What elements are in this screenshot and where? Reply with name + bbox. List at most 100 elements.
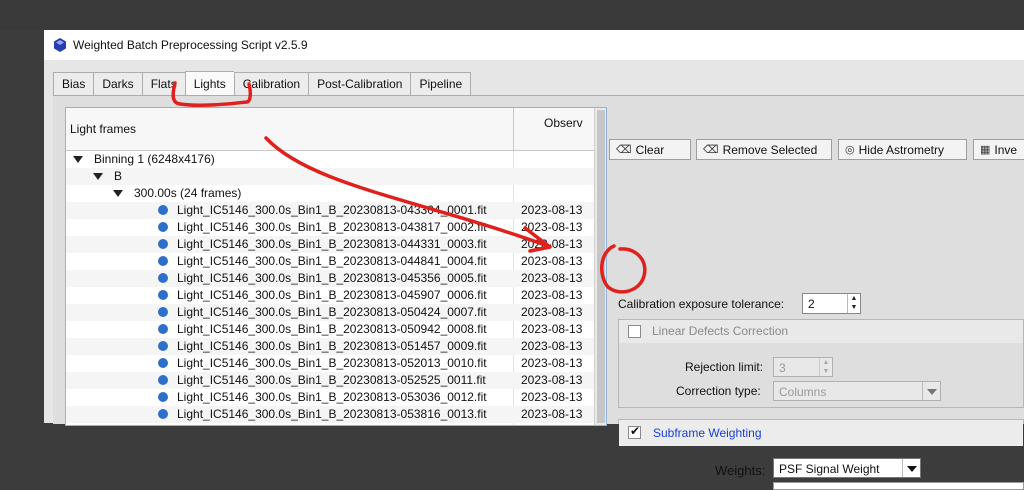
frame-status-dot-icon xyxy=(158,256,168,266)
tree-header: Light frames Observ xyxy=(66,108,594,151)
remove-icon: ⌫ xyxy=(703,144,719,156)
spin-arrows-icon[interactable]: ▲ ▼ xyxy=(819,358,832,376)
correction-type-label: Correction type: xyxy=(676,384,761,398)
column-header-observation[interactable]: Observ xyxy=(544,116,583,130)
file-row[interactable]: Light_IC5146_300.0s_Bin1_B_20230813-0504… xyxy=(66,304,594,321)
clear-icon: ⌫ xyxy=(616,144,632,156)
expand-triangle-icon[interactable] xyxy=(113,190,123,197)
file-name: Light_IC5146_300.0s_Bin1_B_20230813-0459… xyxy=(177,288,487,302)
file-row[interactable]: Light_IC5146_300.0s_Bin1_B_20230813-0530… xyxy=(66,389,594,406)
frame-status-dot-icon xyxy=(158,222,168,232)
file-name: Light_IC5146_300.0s_Bin1_B_20230813-0448… xyxy=(177,254,487,268)
tree-node-exposure[interactable]: 300.00s (24 frames) xyxy=(66,185,594,202)
window-title: Weighted Batch Preprocessing Script v2.5… xyxy=(73,38,308,52)
desktop-background xyxy=(0,0,1024,30)
correction-type-select[interactable]: Columns xyxy=(773,381,941,401)
file-name: Light_IC5146_300.0s_Bin1_B_20230813-0538… xyxy=(177,407,487,421)
file-row[interactable]: Light_IC5146_300.0s_Bin1_B_20230813-0538… xyxy=(66,406,594,423)
tab-darks[interactable]: Darks xyxy=(93,72,142,96)
frame-status-dot-icon xyxy=(158,324,168,334)
scrollbar-thumb[interactable] xyxy=(597,110,605,423)
remove-selected-label: Remove Selected xyxy=(722,142,818,157)
spin-arrows-icon[interactable]: ▲ ▼ xyxy=(847,294,860,313)
subframe-weighting-title: Subframe Weighting xyxy=(653,426,762,440)
frame-status-dot-icon xyxy=(158,205,168,215)
file-observation-date: 2023-08-13 xyxy=(521,322,583,336)
file-row[interactable]: Light_IC5146_300.0s_Bin1_B_20230813-0509… xyxy=(66,321,594,338)
file-row[interactable]: Light_IC5146_300.0s_Bin1_B_20230813-0433… xyxy=(66,202,594,219)
tab-calibration[interactable]: Calibration xyxy=(233,72,309,96)
tree-scrollbar[interactable] xyxy=(594,108,606,425)
file-row[interactable]: Light_IC5146_300.0s_Bin1_B_20230813-0438… xyxy=(66,219,594,236)
frame-status-dot-icon xyxy=(158,375,168,385)
linear-defects-title: Linear Defects Correction xyxy=(652,324,789,338)
clear-button[interactable]: ⌫ Clear xyxy=(609,139,691,160)
linear-defects-checkbox[interactable] xyxy=(628,325,641,338)
column-header-light-frames[interactable]: Light frames xyxy=(70,122,136,136)
clear-button-label: Clear xyxy=(635,142,665,157)
app-window: Weighted Batch Preprocessing Script v2.5… xyxy=(44,30,1024,490)
file-observation-date: 2023-08-13 xyxy=(521,237,583,251)
file-name: Light_IC5146_300.0s_Bin1_B_20230813-0530… xyxy=(177,390,487,404)
file-observation-date: 2023-08-13 xyxy=(521,373,583,387)
light-frames-tree[interactable]: Light frames Observ Binning 1 (6248x4176… xyxy=(65,107,607,426)
file-name: Light_IC5146_300.0s_Bin1_B_20230813-0504… xyxy=(177,305,487,319)
file-row[interactable]: Light_IC5146_300.0s_Bin1_B_20230813-0448… xyxy=(66,253,594,270)
invert-selection-label: Inve xyxy=(994,142,1018,157)
file-row[interactable]: Light_IC5146_300.0s_Bin1_B_20230813-0514… xyxy=(66,338,594,355)
file-row[interactable]: Light_IC5146_300.0s_Bin1_B_20230813-0525… xyxy=(66,372,594,389)
file-name: Light_IC5146_300.0s_Bin1_B_20230813-0433… xyxy=(177,203,487,217)
expand-triangle-icon[interactable] xyxy=(93,173,103,180)
binning-label: Binning 1 (6248x4176) xyxy=(94,152,215,166)
tree-node-filter[interactable]: B xyxy=(66,168,594,185)
file-observation-date: 2023-08-13 xyxy=(521,390,583,404)
rejection-limit-spinbox[interactable]: 3 ▲ ▼ xyxy=(773,357,833,377)
file-observation-date: 2023-08-13 xyxy=(521,271,583,285)
invert-icon: ▦ xyxy=(980,144,991,156)
file-name: Light_IC5146_300.0s_Bin1_B_20230813-0514… xyxy=(177,339,487,353)
rejection-limit-value: 3 xyxy=(779,361,786,375)
chevron-down-icon[interactable] xyxy=(902,459,920,477)
frame-status-dot-icon xyxy=(158,307,168,317)
frame-status-dot-icon xyxy=(158,409,168,419)
calibration-tolerance-spinbox[interactable]: 2 ▲ ▼ xyxy=(802,293,861,314)
frame-status-dot-icon xyxy=(158,358,168,368)
invert-selection-button[interactable]: ▦ Inve xyxy=(973,139,1024,160)
file-observation-date: 2023-08-13 xyxy=(521,356,583,370)
chevron-down-icon[interactable] xyxy=(922,382,940,400)
remove-selected-button[interactable]: ⌫ Remove Selected xyxy=(696,139,832,160)
file-observation-date: 2023-08-13 xyxy=(521,407,583,421)
file-name: Light_IC5146_300.0s_Bin1_B_20230813-0453… xyxy=(177,271,487,285)
calibration-tolerance-value: 2 xyxy=(808,297,815,311)
weights-select[interactable]: PSF Signal Weight xyxy=(773,458,921,478)
file-observation-date: 2023-08-13 xyxy=(521,339,583,353)
calibration-tolerance-label: Calibration exposure tolerance: xyxy=(618,297,785,311)
tree-node-binning[interactable]: Binning 1 (6248x4176) xyxy=(66,151,594,168)
tab-bias[interactable]: Bias xyxy=(53,72,94,96)
expand-triangle-icon[interactable] xyxy=(73,156,83,163)
file-name: Light_IC5146_300.0s_Bin1_B_20230813-0438… xyxy=(177,220,487,234)
file-row[interactable]: Light_IC5146_300.0s_Bin1_B_20230813-0459… xyxy=(66,287,594,304)
file-row[interactable]: Light_IC5146_300.0s_Bin1_B_20230813-0453… xyxy=(66,270,594,287)
correction-type-value: Columns xyxy=(779,385,827,399)
file-observation-date: 2023-08-13 xyxy=(521,203,583,217)
subframe-weighting-checkbox[interactable] xyxy=(628,424,641,439)
file-row[interactable]: Light_IC5146_300.0s_Bin1_B_20230813-0443… xyxy=(66,236,594,253)
frame-status-dot-icon xyxy=(158,341,168,351)
hide-astrometry-button[interactable]: ◎ Hide Astrometry xyxy=(838,139,967,160)
tab-lights[interactable]: Lights xyxy=(184,71,234,96)
file-observation-date: 2023-08-13 xyxy=(521,220,583,234)
file-observation-date: 2023-08-13 xyxy=(521,254,583,268)
filter-label: B xyxy=(114,169,123,183)
tab-bar: Bias Darks Flats Lights Calibration Post… xyxy=(53,71,472,96)
file-name: Light_IC5146_300.0s_Bin1_B_20230813-0525… xyxy=(177,373,486,387)
tab-post-calibration[interactable]: Post-Calibration xyxy=(308,72,411,96)
tab-flats[interactable]: Flats xyxy=(141,72,185,96)
file-row[interactable]: Light_IC5146_300.0s_Bin1_B_20230813-0520… xyxy=(66,355,594,372)
file-observation-date: 2023-08-13 xyxy=(521,288,583,302)
tab-pipeline[interactable]: Pipeline xyxy=(410,72,472,96)
frame-status-dot-icon xyxy=(158,273,168,283)
weights-parameter-field[interactable] xyxy=(773,482,1024,490)
frame-status-dot-icon xyxy=(158,239,168,249)
column-separator[interactable] xyxy=(513,108,514,150)
